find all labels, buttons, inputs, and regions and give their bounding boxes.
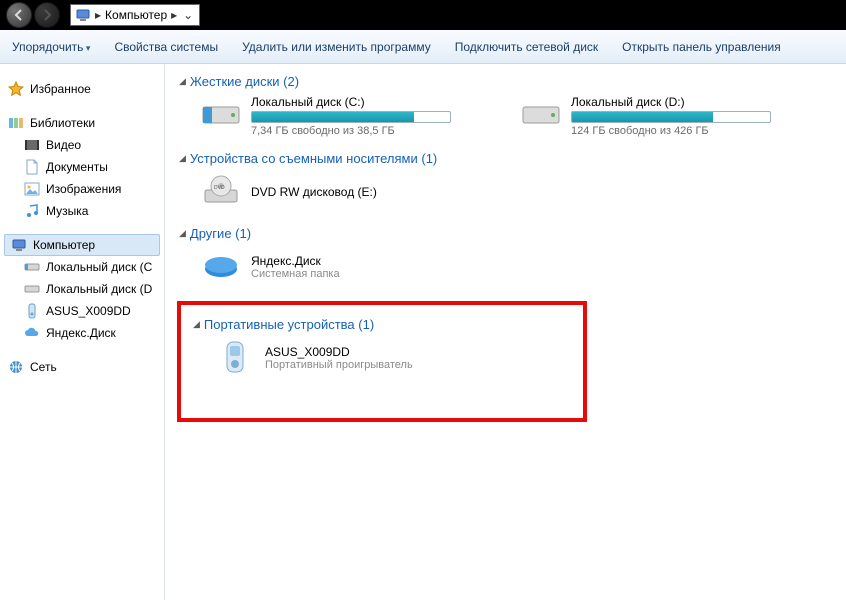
hard-drive-icon (201, 95, 241, 135)
portable-device-icon (24, 303, 40, 319)
sidebar-label: Локальный диск (C (46, 260, 152, 274)
portable-device-item[interactable]: ASUS_X009DD Портативный проигрыватель (215, 338, 413, 378)
section-title-text: Портативные устройства (1) (204, 317, 374, 332)
cloud-icon (24, 325, 40, 341)
item-label: DVD RW дисковод (E:) (251, 185, 377, 199)
section-title-text: Устройства со съемными носителями (1) (190, 151, 437, 166)
document-icon (24, 159, 40, 175)
drive-label: Локальный диск (C:) (251, 95, 451, 109)
control-panel-button[interactable]: Открыть панель управления (622, 40, 781, 54)
sidebar-network[interactable]: Сеть (0, 356, 164, 378)
section-heading[interactable]: ◢ Устройства со съемными носителями (1) (179, 151, 832, 166)
item-sublabel: Портативный проигрыватель (265, 359, 413, 371)
video-icon (24, 137, 40, 153)
sidebar-label: ASUS_X009DD (46, 304, 131, 318)
highlight-annotation: ◢ Портативные устройства (1) ASUS_X009DD… (177, 301, 587, 422)
section-removable: ◢ Устройства со съемными носителями (1) … (179, 151, 832, 212)
sidebar-computer[interactable]: Компьютер (4, 234, 160, 256)
network-icon (8, 359, 24, 375)
sidebar-label: Изображения (46, 182, 121, 196)
section-heading[interactable]: ◢ Портативные устройства (1) (193, 317, 571, 332)
image-icon (24, 181, 40, 197)
item-sublabel: Системная папка (251, 268, 340, 280)
drive-item-d[interactable]: Локальный диск (D:) 124 ГБ свободно из 4… (521, 95, 821, 137)
sidebar-item-local-disk-d[interactable]: Локальный диск (D (0, 278, 164, 300)
portable-player-icon (215, 338, 255, 378)
map-network-drive-button[interactable]: Подключить сетевой диск (455, 40, 598, 54)
sidebar-label: Сеть (30, 360, 57, 374)
sidebar-item-music[interactable]: Музыка (0, 200, 164, 222)
sidebar-item-images[interactable]: Изображения (0, 178, 164, 200)
capacity-bar-fill (252, 112, 414, 122)
sidebar-item-yandex-disk[interactable]: Яндекс.Диск (0, 322, 164, 344)
drive-icon (24, 259, 40, 275)
content-pane: ◢ Жесткие диски (2) Локальный диск (C:) … (165, 64, 846, 600)
item-label: ASUS_X009DD (265, 345, 413, 359)
sidebar-favorites[interactable]: Избранное (0, 78, 164, 100)
drive-capacity-text: 124 ГБ свободно из 426 ГБ (571, 125, 771, 137)
star-icon (8, 81, 24, 97)
item-label: Яндекс.Диск (251, 254, 340, 268)
sidebar-item-local-disk-c[interactable]: Локальный диск (C (0, 256, 164, 278)
sidebar-label: Музыка (46, 204, 88, 218)
forward-button[interactable] (34, 2, 60, 28)
uninstall-program-button[interactable]: Удалить или изменить программу (242, 40, 431, 54)
sidebar-item-asus-device[interactable]: ASUS_X009DD (0, 300, 164, 322)
sidebar-label: Документы (46, 160, 108, 174)
nav-buttons (6, 2, 60, 28)
capacity-bar-fill (572, 112, 713, 122)
computer-icon (11, 237, 27, 253)
section-heading[interactable]: ◢ Другие (1) (179, 226, 832, 241)
section-portable: ◢ Портативные устройства (1) ASUS_X009DD… (193, 317, 571, 378)
dvd-drive-icon: DVD (201, 172, 241, 212)
organize-menu[interactable]: Упорядочить (12, 40, 90, 54)
breadcrumb-sep-icon: ▸ (171, 8, 177, 22)
back-button[interactable] (6, 2, 32, 28)
section-other: ◢ Другие (1) Яндекс.Диск Системная папка (179, 226, 832, 287)
sidebar-label: Избранное (30, 82, 91, 96)
yandex-disk-item[interactable]: Яндекс.Диск Системная папка (201, 247, 340, 287)
sidebar-item-documents[interactable]: Документы (0, 156, 164, 178)
libraries-icon (8, 115, 24, 131)
window-titlebar: ▸ Компьютер ▸ ⌄ (0, 0, 846, 30)
drive-label: Локальный диск (D:) (571, 95, 771, 109)
disclosure-icon: ◢ (179, 76, 186, 87)
capacity-bar (571, 111, 771, 123)
sidebar-item-video[interactable]: Видео (0, 134, 164, 156)
drive-capacity-text: 7,34 ГБ свободно из 38,5 ГБ (251, 125, 451, 137)
section-title-text: Другие (1) (190, 226, 251, 241)
breadcrumb-sep-icon: ▸ (95, 8, 101, 22)
dvd-drive-item[interactable]: DVD DVD RW дисковод (E:) (201, 172, 377, 212)
sidebar-label: Библиотеки (30, 116, 95, 130)
computer-icon (75, 7, 91, 23)
music-icon (24, 203, 40, 219)
navigation-pane: Избранное Библиотеки Видео Документы Изо… (0, 64, 165, 600)
hard-drive-icon (521, 95, 561, 135)
section-hard-drives: ◢ Жесткие диски (2) Локальный диск (C:) … (179, 74, 832, 137)
section-title-text: Жесткие диски (2) (190, 74, 299, 89)
yandex-disk-icon (201, 247, 241, 287)
breadcrumb-item[interactable]: Компьютер (105, 8, 167, 22)
svg-text:DVD: DVD (214, 185, 225, 191)
breadcrumb-dropdown[interactable]: ⌄ (181, 8, 195, 22)
capacity-bar (251, 111, 451, 123)
sidebar-label: Компьютер (33, 238, 95, 252)
sidebar-libraries[interactable]: Библиотеки (0, 112, 164, 134)
disclosure-icon: ◢ (179, 228, 186, 239)
address-bar[interactable]: ▸ Компьютер ▸ ⌄ (70, 4, 200, 26)
system-properties-button[interactable]: Свойства системы (114, 40, 218, 54)
drive-icon (24, 281, 40, 297)
sidebar-label: Яндекс.Диск (46, 326, 116, 340)
section-heading[interactable]: ◢ Жесткие диски (2) (179, 74, 832, 89)
drive-item-c[interactable]: Локальный диск (C:) 7,34 ГБ свободно из … (201, 95, 501, 137)
disclosure-icon: ◢ (193, 319, 200, 330)
disclosure-icon: ◢ (179, 153, 186, 164)
toolbar: Упорядочить Свойства системы Удалить или… (0, 30, 846, 64)
sidebar-label: Видео (46, 138, 81, 152)
sidebar-label: Локальный диск (D (46, 282, 152, 296)
